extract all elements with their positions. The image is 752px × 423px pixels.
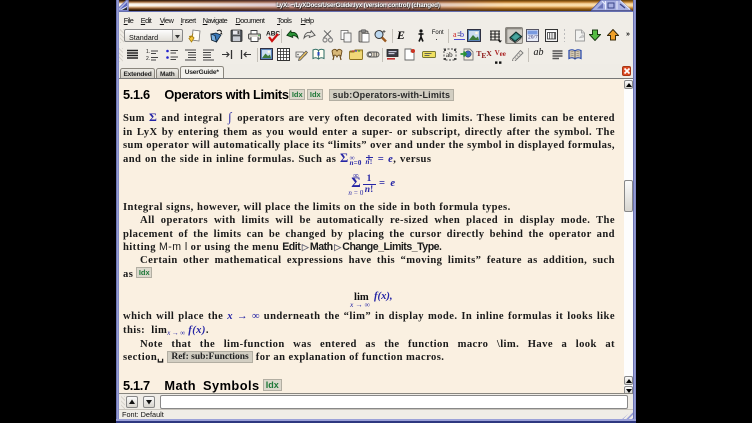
svg-text:ab: ab <box>446 51 453 59</box>
svg-text:a: a <box>453 30 457 39</box>
svg-text:ABC: ABC <box>266 30 280 37</box>
svg-text:2.: 2. <box>146 56 150 61</box>
svg-text:20/7: 20/7 <box>528 34 538 40</box>
svg-text:1.: 1. <box>146 49 150 55</box>
svg-text:b: b <box>460 30 464 39</box>
